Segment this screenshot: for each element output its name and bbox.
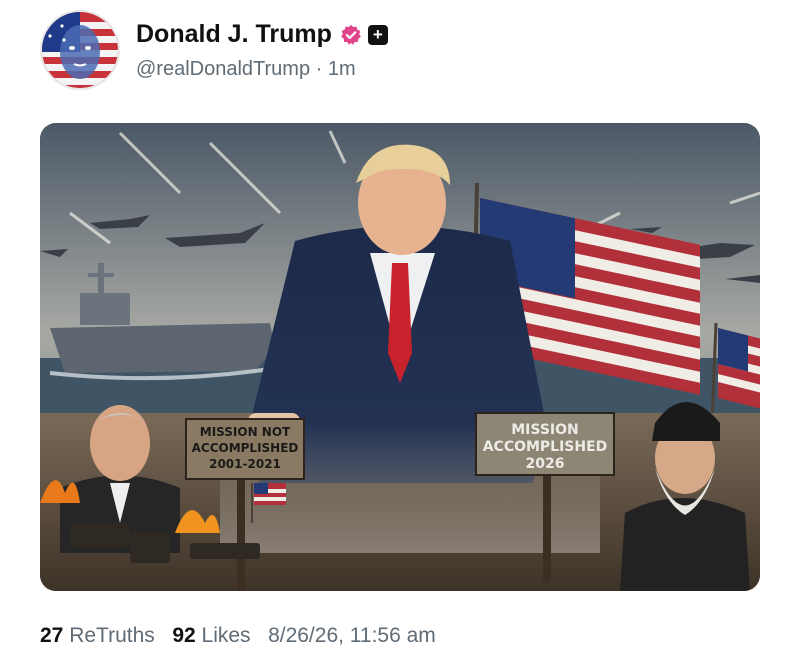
- sign-right-line-1: MISSION: [511, 422, 579, 438]
- retruths-count[interactable]: 27: [40, 624, 63, 647]
- post-image-artwork: MISSION NOT ACCOMPLISHED 2001-2021 MISSI…: [40, 123, 760, 591]
- time-ago[interactable]: 1m: [328, 58, 356, 80]
- separator: ·: [315, 58, 323, 80]
- post-stats: 27 ReTruths 92 Likes 8/26/26, 11:56 am: [40, 624, 436, 648]
- post-header: Donald J. Trump + @realDonaldTrump · 1m: [40, 8, 760, 90]
- likes-label[interactable]: Likes: [202, 624, 251, 647]
- display-name[interactable]: Donald J. Trump: [136, 20, 332, 49]
- post-timestamp: 8/26/26, 11:56 am: [268, 624, 436, 647]
- sign-right-line-2: ACCOMPLISHED: [483, 439, 608, 455]
- likes-count[interactable]: 92: [172, 624, 195, 647]
- american-flag-face-avatar-icon: [42, 12, 118, 88]
- handle[interactable]: @realDonaldTrump: [136, 58, 310, 80]
- handle-row: @realDonaldTrump · 1m: [136, 58, 356, 81]
- verified-badge-icon: [340, 24, 361, 45]
- post-image[interactable]: MISSION NOT ACCOMPLISHED 2001-2021 MISSI…: [40, 123, 760, 591]
- retruths-label[interactable]: ReTruths: [69, 624, 155, 647]
- avatar[interactable]: [40, 10, 120, 90]
- name-row: Donald J. Trump +: [136, 20, 388, 49]
- plus-badge-icon: +: [367, 24, 388, 45]
- sign-right-line-3: 2026: [526, 456, 565, 472]
- sign-left-line-1: MISSION NOT: [200, 425, 291, 439]
- sign-left-line-2: ACCOMPLISHED: [192, 441, 299, 455]
- sign-left-line-3: 2001-2021: [209, 457, 281, 471]
